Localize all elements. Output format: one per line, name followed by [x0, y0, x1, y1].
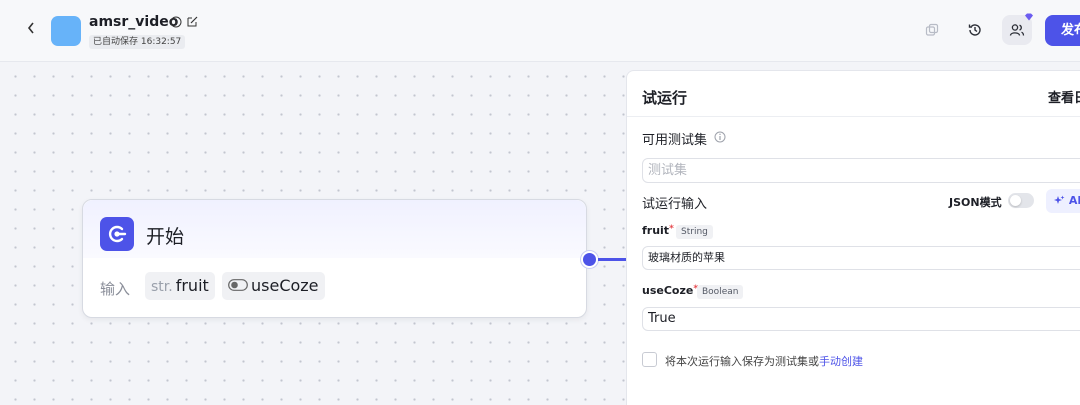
save-testset-label: 将本次运行输入保存为测试集或 — [665, 355, 819, 368]
input-chip-usecoze: useCoze — [222, 272, 325, 300]
usecoze-select[interactable]: True — [642, 307, 1080, 331]
sparkle-icon — [1054, 195, 1065, 204]
testset-label: 可用测试集 — [642, 133, 708, 148]
autosave-status: 已自动保存 16:32:57 — [89, 35, 186, 49]
history-button[interactable] — [960, 15, 990, 45]
view-log-link[interactable]: 查看日 — [1048, 87, 1080, 106]
info-icon[interactable] — [714, 131, 726, 143]
chevron-left-icon — [27, 22, 34, 34]
start-node-title: 开始 — [146, 226, 185, 248]
test-run-panel: 试运行 查看日 可用测试集 测试集 试运行输入 JSON模式 AI fruit*… — [626, 70, 1080, 405]
panel-title: 试运行 — [642, 89, 688, 107]
toggle-icon — [228, 279, 248, 291]
input-chip-fruit: str. fruit — [145, 272, 215, 300]
required-mark: * — [669, 224, 674, 234]
toggle-knob — [1010, 195, 1021, 206]
edit-icon[interactable] — [186, 15, 199, 28]
field-label-usecoze: useCoze* — [642, 284, 698, 297]
start-node-input-label: 输入 — [100, 280, 131, 298]
type-tag-boolean: Boolean — [697, 285, 744, 299]
json-mode-label: JSON模式 — [949, 196, 1002, 209]
top-bar: amsr_video 已自动保存 16:32:57 发布 — [0, 0, 1080, 62]
field-label-fruit: fruit* — [642, 224, 674, 237]
collaborators-icon — [1009, 24, 1025, 36]
panel-divider — [627, 116, 1080, 117]
input-name-fruit: fruit — [175, 276, 209, 295]
info-icon[interactable] — [170, 16, 182, 28]
output-port[interactable] — [581, 251, 598, 268]
save-testset-text: 将本次运行输入保存为测试集或手动创建 — [665, 353, 863, 369]
app-avatar — [51, 16, 81, 46]
manual-create-link[interactable]: 手动创建 — [819, 355, 863, 368]
ai-button-label: AI — [1068, 194, 1080, 207]
testset-select[interactable]: 测试集 — [642, 158, 1080, 183]
copy-icon — [925, 23, 939, 36]
history-icon — [968, 24, 981, 36]
diamond-badge-icon — [1025, 13, 1033, 21]
type-tag-string: String — [676, 225, 713, 239]
fruit-input[interactable]: 玻璃材质的苹果 — [642, 246, 1080, 270]
start-node-icon — [100, 217, 134, 251]
field-name: useCoze — [642, 284, 694, 297]
run-input-label: 试运行输入 — [642, 197, 708, 212]
publish-button[interactable]: 发布 — [1045, 15, 1080, 46]
input-name-usecoze: useCoze — [251, 276, 319, 295]
ai-generate-button[interactable]: AI — [1046, 189, 1080, 213]
json-mode-toggle[interactable] — [1008, 193, 1034, 208]
save-testset-checkbox[interactable] — [642, 352, 657, 367]
field-name: fruit — [642, 224, 670, 237]
app-name: amsr_video — [89, 14, 179, 30]
copy-button[interactable] — [917, 15, 947, 45]
connection-line — [598, 258, 626, 261]
back-button[interactable] — [22, 20, 40, 40]
input-type-str: str. — [151, 279, 173, 295]
start-node[interactable]: 开始 输入 str. fruit useCoze — [82, 199, 587, 318]
